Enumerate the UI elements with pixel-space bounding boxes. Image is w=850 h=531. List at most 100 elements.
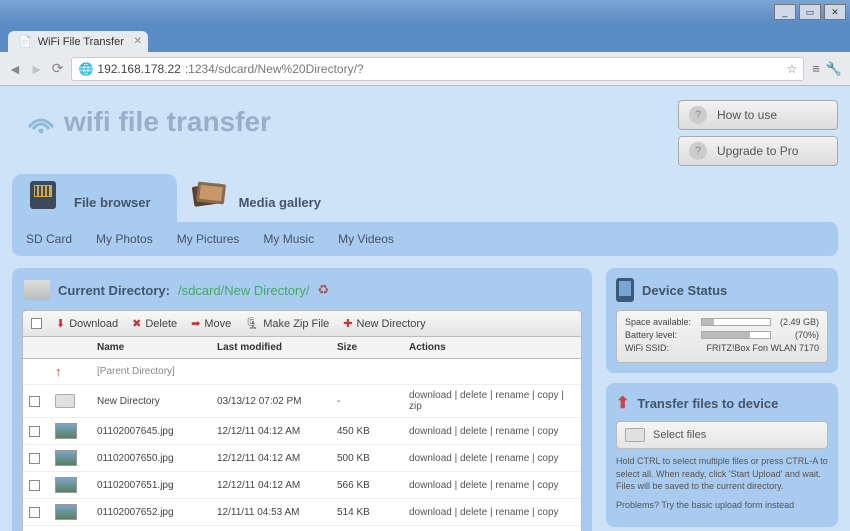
download-icon: ⬇ — [56, 317, 65, 330]
row-checkbox[interactable] — [29, 453, 40, 464]
select-files-button[interactable]: Select files — [616, 421, 828, 449]
select-all-checkbox[interactable] — [31, 318, 42, 329]
device-status-panel: Device Status Space available:(2.49 GB) … — [606, 268, 838, 373]
row-checkbox[interactable] — [29, 426, 40, 437]
breadcrumb: Current Directory: /sdcard/New Directory… — [22, 278, 582, 310]
table-row[interactable]: 01102007645.jpg12/12/11 04:12 AM450 KBdo… — [23, 418, 581, 445]
app-logo: wifi file transfer — [12, 100, 271, 138]
subnav-item[interactable]: My Music — [263, 232, 314, 246]
transfer-title: Transfer files to device — [637, 396, 778, 411]
up-arrow-icon: ↑ — [55, 364, 97, 379]
file-actions[interactable]: download | delete | rename | copy — [409, 480, 575, 491]
folder-icon — [55, 394, 75, 408]
file-name: 01102007645.jpg — [97, 426, 217, 437]
url-path: :1234/sdcard/New%20Directory/? — [185, 62, 364, 76]
sdcard-icon — [22, 175, 66, 215]
tab-label: Media gallery — [239, 195, 321, 216]
table-row[interactable]: 01102007653.jpg12/11/11 04:53 AM390 KBdo… — [23, 526, 581, 531]
space-value: (2.49 GB) — [780, 317, 819, 327]
file-size: 514 KB — [337, 507, 409, 518]
file-lastmod: 12/12/11 04:12 AM — [217, 480, 337, 491]
tab-media-gallery[interactable]: Media gallery — [177, 174, 347, 222]
zip-icon: 🗜 — [245, 317, 259, 330]
subnav-item[interactable]: SD Card — [26, 232, 72, 246]
page-body: wifi file transfer ?How to use ?Upgrade … — [0, 86, 850, 531]
browser-tabstrip: 📄 WiFi File Transfer ✕ — [0, 24, 850, 52]
upload-icon: ⬆ — [616, 393, 629, 413]
app-title: wifi file transfer — [64, 106, 271, 138]
row-checkbox[interactable] — [29, 507, 40, 518]
file-toolbar: ⬇Download ✖Delete ➡Move 🗜Make Zip File ✚… — [22, 310, 582, 337]
tab-label: File browser — [74, 195, 151, 216]
wifi-icon — [26, 109, 56, 135]
curdir-path[interactable]: /sdcard/New Directory/ — [178, 283, 309, 298]
file-name: New Directory — [97, 396, 217, 407]
browser-tab[interactable]: 📄 WiFi File Transfer ✕ — [8, 31, 148, 52]
table-row[interactable]: New Directory03/13/12 07:02 PM-download … — [23, 385, 581, 418]
transfer-problems-link[interactable]: Problems? Try the basic upload form inst… — [616, 499, 828, 512]
col-actions: Actions — [409, 342, 575, 353]
ssid-value: FRITZ!Box Fon WLAN 7170 — [706, 343, 819, 353]
battery-bar — [701, 331, 771, 339]
bookmark-icon[interactable]: ☆ — [786, 62, 797, 76]
subnav-item[interactable]: My Videos — [338, 232, 394, 246]
device-icon — [616, 278, 634, 302]
window-maximize-button[interactable]: ▭ — [799, 4, 821, 20]
parent-label: [Parent Directory] — [97, 366, 217, 377]
file-actions[interactable]: download | delete | rename | copy — [409, 453, 575, 464]
file-actions[interactable]: download | delete | rename | copy | zip — [409, 390, 575, 412]
file-lastmod: 12/12/11 04:12 AM — [217, 453, 337, 464]
battery-label: Battery level: — [625, 330, 677, 340]
tab-file-browser[interactable]: File browser — [12, 174, 177, 222]
move-button[interactable]: ➡Move — [191, 317, 231, 330]
menu-icon[interactable]: ≡ — [812, 61, 820, 77]
window-titlebar: _ ▭ ✕ — [0, 0, 850, 24]
newdir-button[interactable]: ✚New Directory — [343, 317, 425, 330]
wrench-icon[interactable]: 🔧 — [826, 61, 842, 77]
delete-icon: ✖ — [132, 317, 141, 330]
forward-button[interactable]: ► — [30, 61, 44, 77]
col-size[interactable]: Size — [337, 342, 409, 353]
back-button[interactable]: ◄ — [8, 61, 22, 77]
file-actions[interactable]: download | delete | rename | copy — [409, 507, 575, 518]
upgrade-button[interactable]: ?Upgrade to Pro — [678, 136, 838, 166]
col-lastmod[interactable]: Last modified — [217, 342, 337, 353]
battery-value: (70%) — [795, 330, 819, 340]
table-row[interactable]: 01102007650.jpg12/12/11 04:12 AM500 KBdo… — [23, 445, 581, 472]
parent-directory-row[interactable]: ↑ [Parent Directory] — [23, 359, 581, 385]
makezip-button[interactable]: 🗜Make Zip File — [245, 317, 329, 330]
transfer-panel: ⬆ Transfer files to device Select files H… — [606, 383, 838, 527]
question-icon: ? — [689, 106, 707, 124]
subnav-item[interactable]: My Photos — [96, 232, 153, 246]
file-actions[interactable]: download | delete | rename | copy — [409, 426, 575, 437]
browser-toolbar: ◄ ► ⟳ 🌐 192.168.178.22:1234/sdcard/New%2… — [0, 52, 850, 86]
file-name: 01102007650.jpg — [97, 453, 217, 464]
space-bar — [701, 318, 771, 326]
reload-button[interactable]: ⟳ — [52, 60, 64, 77]
how-to-use-button[interactable]: ?How to use — [678, 100, 838, 130]
window-close-button[interactable]: ✕ — [824, 4, 846, 20]
row-checkbox[interactable] — [29, 480, 40, 491]
window-minimize-button[interactable]: _ — [774, 4, 796, 20]
file-lastmod: 12/11/11 04:53 AM — [217, 507, 337, 518]
table-row[interactable]: 01102007652.jpg12/11/11 04:53 AM514 KBdo… — [23, 499, 581, 526]
table-header: Name Last modified Size Actions — [22, 337, 582, 359]
refresh-icon[interactable]: ♻ — [317, 282, 329, 298]
file-lastmod: 03/13/12 07:02 PM — [217, 396, 337, 407]
subnav-item[interactable]: My Pictures — [177, 232, 240, 246]
table-row[interactable]: 01102007651.jpg12/12/11 04:12 AM566 KBdo… — [23, 472, 581, 499]
download-button[interactable]: ⬇Download — [56, 317, 118, 330]
file-name: 01102007651.jpg — [97, 480, 217, 491]
device-status-title: Device Status — [642, 283, 727, 298]
col-name[interactable]: Name — [97, 342, 217, 353]
url-host: 192.168.178.22 — [97, 62, 180, 76]
file-lastmod: 12/12/11 04:12 AM — [217, 426, 337, 437]
close-icon[interactable]: ✕ — [134, 36, 142, 47]
delete-button[interactable]: ✖Delete — [132, 317, 177, 330]
image-thumbnail — [55, 423, 77, 439]
address-bar[interactable]: 🌐 192.168.178.22:1234/sdcard/New%20Direc… — [71, 57, 804, 81]
transfer-hint: Hold CTRL to select multiple files or pr… — [616, 455, 828, 493]
row-checkbox[interactable] — [29, 396, 40, 407]
select-files-label: Select files — [653, 429, 706, 441]
file-list: ↑ [Parent Directory] New Directory03/13/… — [22, 359, 582, 531]
